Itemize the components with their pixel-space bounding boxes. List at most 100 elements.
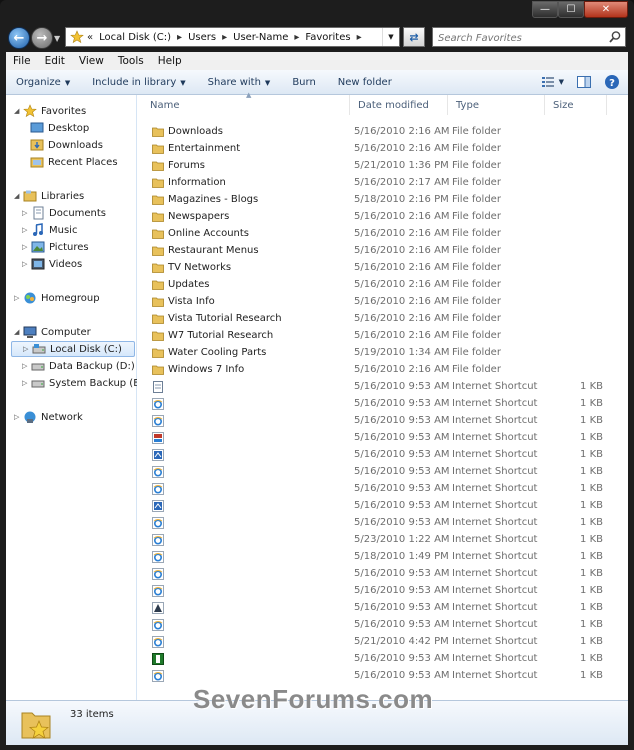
column-name[interactable]: ▲ Name — [142, 91, 350, 115]
breadcrumb-chevron-icon[interactable]: ▸ — [177, 32, 182, 43]
nav-libraries[interactable]: ◢ Libraries — [14, 188, 84, 204]
folder-row[interactable]: Windows 7 Info 5/16/2010 2:16 AM File fold… — [137, 362, 628, 379]
folder-icon — [152, 229, 164, 239]
nav-favorites[interactable]: ◢ Favorites — [14, 103, 86, 119]
folder-row[interactable]: W7 Tutorial Research 5/16/2010 2:16 AM Fil… — [137, 328, 628, 345]
menu-tools[interactable]: Tools — [111, 55, 151, 67]
share-with-button[interactable]: Share with ▼ — [208, 77, 271, 88]
back-button[interactable]: ← — [8, 27, 30, 49]
collapsed-icon[interactable]: ▷ — [22, 379, 31, 387]
folder-row[interactable]: Online Accounts 5/16/2010 2:16 AM File fol… — [137, 226, 628, 243]
breadcrumb-local-disk[interactable]: Local Disk (C:) — [99, 32, 171, 43]
nav-homegroup[interactable]: ▷ Homegroup — [14, 290, 100, 306]
folder-row[interactable]: Newspapers 5/16/2010 2:16 AM File folder — [137, 209, 628, 226]
nav-downloads[interactable]: Downloads — [30, 137, 103, 153]
collapsed-icon[interactable]: ▷ — [14, 413, 23, 421]
search-box[interactable] — [432, 27, 626, 47]
nav-desktop[interactable]: Desktop — [30, 120, 89, 136]
menu-help[interactable]: Help — [151, 55, 189, 67]
folder-row[interactable]: Vista Info 5/16/2010 2:16 AM File folder — [137, 294, 628, 311]
minimize-button[interactable]: — — [532, 1, 558, 18]
collapsed-icon[interactable]: ▷ — [22, 226, 31, 234]
breadcrumb-users[interactable]: Users — [188, 32, 216, 43]
view-dropdown-icon[interactable]: ▼ — [559, 78, 564, 86]
collapsed-icon[interactable]: ▷ — [22, 209, 31, 217]
maximize-button[interactable]: ☐ — [558, 1, 584, 18]
column-type[interactable]: Type — [448, 95, 545, 115]
shortcut-row[interactable]: 5/18/2010 1:49 PM Internet Shortcut 1 KB — [137, 549, 628, 566]
expanded-icon[interactable]: ◢ — [14, 192, 23, 200]
shortcut-row[interactable]: 5/23/2010 1:22 AM Internet Shortcut 1 KB — [137, 532, 628, 549]
breadcrumb-favorites[interactable]: Favorites — [305, 32, 350, 43]
nav-computer[interactable]: ◢ Computer — [14, 324, 91, 340]
folder-row[interactable]: Restaurant Menus 5/16/2010 2:16 AM File fo… — [137, 243, 628, 260]
menu-view[interactable]: View — [72, 55, 111, 67]
burn-button[interactable]: Burn — [292, 77, 315, 88]
search-input[interactable] — [436, 29, 610, 47]
organize-button[interactable]: Organize ▼ — [16, 77, 70, 88]
nav-data-backup[interactable]: ▷ Data Backup (D:) — [22, 358, 135, 374]
shortcut-row[interactable]: 5/16/2010 9:53 AM Internet Shortcut 1 KB — [137, 464, 628, 481]
shortcut-row[interactable]: 5/16/2010 9:53 AM Internet Shortcut 1 KB — [137, 566, 628, 583]
breadcrumb-chevron-icon[interactable]: ▸ — [357, 32, 362, 43]
folder-row[interactable]: Magazines - Blogs 5/18/2010 2:16 PM File f… — [137, 192, 628, 209]
shortcut-row[interactable]: 5/16/2010 9:53 AM Internet Shortcut 1 KB — [137, 379, 628, 396]
breadcrumb-user-name[interactable]: User-Name — [233, 32, 288, 43]
folder-row[interactable]: Forums 5/21/2010 1:36 PM File folder — [137, 158, 628, 175]
new-folder-button[interactable]: New folder — [338, 77, 392, 88]
recent-pages-dropdown[interactable]: ▼ — [54, 34, 60, 43]
search-icon[interactable] — [608, 30, 622, 44]
nav-local-disk[interactable]: ▷ Local Disk (C:) — [11, 341, 135, 357]
address-dropdown[interactable]: ▼ — [382, 28, 399, 46]
shortcut-row[interactable]: 5/16/2010 9:53 AM Internet Shortcut 1 KB — [137, 498, 628, 515]
folder-row[interactable]: Entertainment 5/16/2010 2:16 AM File folde… — [137, 141, 628, 158]
collapsed-icon[interactable]: ▷ — [14, 294, 23, 302]
collapsed-icon[interactable]: ▷ — [22, 260, 31, 268]
change-view-icon[interactable] — [540, 74, 556, 90]
expanded-icon[interactable]: ◢ — [14, 328, 23, 336]
nav-music[interactable]: ▷ Music — [22, 222, 77, 238]
expanded-icon[interactable]: ◢ — [14, 107, 23, 115]
nav-videos[interactable]: ▷ Videos — [22, 256, 82, 272]
shortcut-row[interactable]: 5/16/2010 9:53 AM Internet Shortcut 1 KB — [137, 583, 628, 600]
column-date-modified[interactable]: Date modified — [350, 95, 448, 115]
shortcut-row[interactable]: 5/16/2010 9:53 AM Internet Shortcut 1 KB — [137, 617, 628, 634]
forward-button[interactable]: → — [31, 27, 53, 49]
folder-row[interactable]: Downloads 5/16/2010 2:16 AM File folder — [137, 124, 628, 141]
shortcut-row[interactable]: 5/16/2010 9:53 AM Internet Shortcut 1 KB — [137, 430, 628, 447]
nav-network[interactable]: ▷ Network — [14, 409, 83, 425]
shortcut-row[interactable]: 5/16/2010 9:53 AM Internet Shortcut 1 KB — [137, 600, 628, 617]
menu-edit[interactable]: Edit — [38, 55, 72, 67]
address-bar[interactable]: « Local Disk (C:) ▸ Users ▸ User-Name ▸ Fav… — [65, 27, 400, 47]
breadcrumb-chevron-icon[interactable]: ▸ — [294, 32, 299, 43]
refresh-button[interactable]: ⇄ — [403, 27, 425, 47]
shortcut-row[interactable]: 5/16/2010 9:53 AM Internet Shortcut 1 KB — [137, 396, 628, 413]
shortcut-row[interactable]: 5/21/2010 4:42 PM Internet Shortcut 1 KB — [137, 634, 628, 651]
shortcut-row[interactable]: 5/16/2010 9:53 AM Internet Shortcut 1 KB — [137, 447, 628, 464]
menu-file[interactable]: File — [6, 55, 38, 67]
help-icon[interactable]: ? — [604, 74, 620, 90]
collapsed-icon[interactable]: ▷ — [22, 362, 31, 370]
address-overflow[interactable]: « — [87, 32, 93, 43]
shortcut-row[interactable]: 5/16/2010 9:53 AM Internet Shortcut 1 KB — [137, 651, 628, 668]
shortcut-row[interactable]: 5/16/2010 9:53 AM Internet Shortcut 1 KB — [137, 515, 628, 532]
nav-recent-places[interactable]: Recent Places — [30, 154, 118, 170]
preview-pane-icon[interactable] — [576, 74, 592, 90]
close-button[interactable]: ✕ — [584, 1, 628, 18]
collapsed-icon[interactable]: ▷ — [23, 345, 32, 353]
folder-row[interactable]: TV Networks 5/16/2010 2:16 AM File folder — [137, 260, 628, 277]
collapsed-icon[interactable]: ▷ — [22, 243, 31, 251]
folder-row[interactable]: Updates 5/16/2010 2:16 AM File folder — [137, 277, 628, 294]
nav-documents[interactable]: ▷ Documents — [22, 205, 106, 221]
nav-system-backup[interactable]: ▷ System Backup (E:) — [22, 375, 147, 391]
breadcrumb-chevron-icon[interactable]: ▸ — [222, 32, 227, 43]
folder-row[interactable]: Information 5/16/2010 2:17 AM File folder — [137, 175, 628, 192]
folder-row[interactable]: Vista Tutorial Research 5/16/2010 2:16 AM… — [137, 311, 628, 328]
shortcut-row[interactable]: 5/16/2010 9:53 AM Internet Shortcut 1 KB — [137, 413, 628, 430]
shortcut-row[interactable]: 5/16/2010 9:53 AM Internet Shortcut 1 KB — [137, 668, 628, 685]
folder-row[interactable]: Water Cooling Parts 5/19/2010 1:34 AM File… — [137, 345, 628, 362]
nav-pictures[interactable]: ▷ Pictures — [22, 239, 89, 255]
column-size[interactable]: Size — [545, 95, 607, 115]
include-in-library-button[interactable]: Include in library ▼ — [92, 77, 185, 88]
shortcut-row[interactable]: 5/16/2010 9:53 AM Internet Shortcut 1 KB — [137, 481, 628, 498]
